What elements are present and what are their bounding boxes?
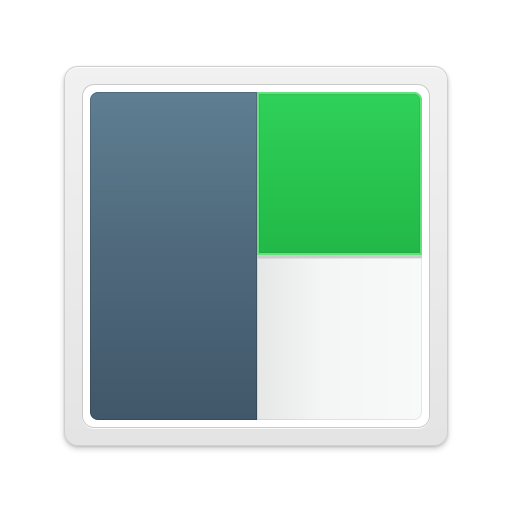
app-icon bbox=[0, 0, 512, 512]
bottom-right-panel-tile bbox=[257, 258, 422, 420]
top-right-panel-tile bbox=[257, 92, 422, 255]
left-panel-tile bbox=[90, 92, 257, 420]
